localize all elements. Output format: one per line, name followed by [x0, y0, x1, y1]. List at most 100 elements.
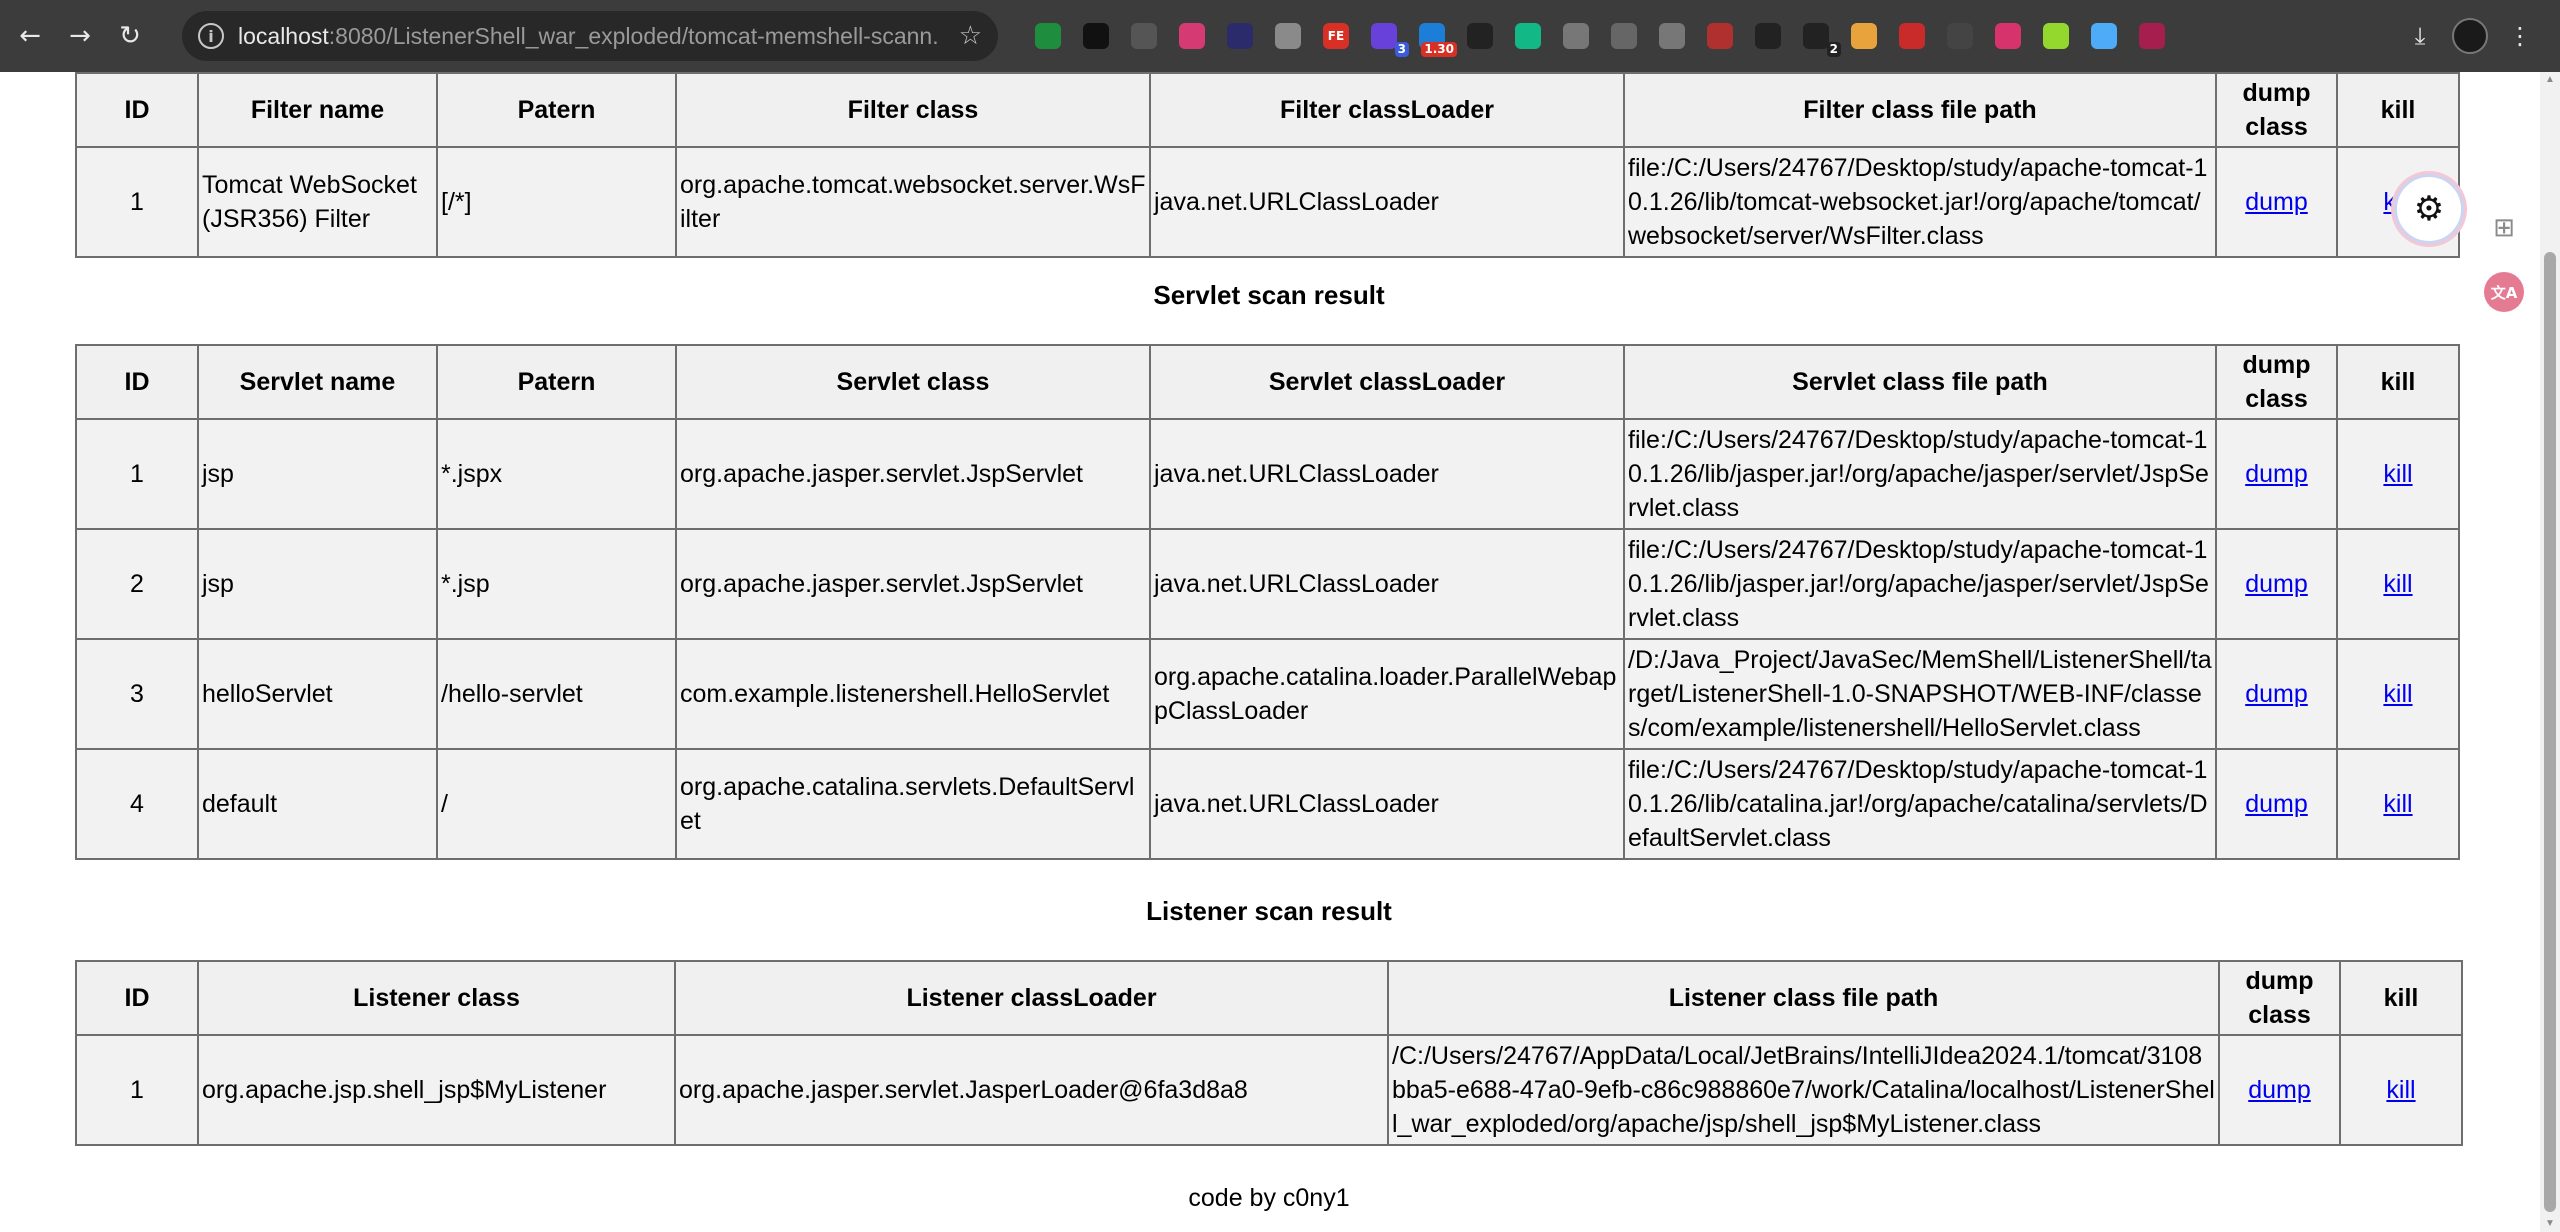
table-row: 1 jsp *.jspx org.apache.jasper.servlet.JspS… [75, 418, 2460, 530]
cell-name: default [197, 748, 438, 860]
scrollbar-thumb[interactable] [2544, 252, 2556, 1212]
timer-ext-icon[interactable]: 1.30 [1419, 23, 1457, 57]
toolbar-right: ⤓ ⋮ [2388, 16, 2540, 56]
robot-ext-icon[interactable] [2139, 23, 2165, 49]
qr2-ext-icon[interactable] [1755, 23, 1781, 49]
dump-link[interactable]: dump [2248, 1076, 2311, 1104]
cell-pattern: *.jsp [436, 528, 677, 640]
servlet-table-header: ID Servlet name Patern Servlet class Servlet… [75, 344, 2460, 420]
glasses-ext-icon[interactable] [1947, 23, 1973, 49]
table-row: 3 helloServlet/hello-servlet com.example.l… [75, 638, 2460, 750]
column-header: Servlet name [197, 344, 438, 420]
dump-link[interactable]: dump [2245, 460, 2308, 488]
profile-avatar[interactable] [2452, 18, 2488, 54]
cell-id: 2 [75, 528, 199, 640]
cell-name: helloServlet [197, 638, 438, 750]
url-text[interactable]: localhost:8080/ListenerShell_war_explode… [238, 23, 938, 50]
kill-link[interactable]: kill [2383, 460, 2412, 488]
bookmark-ext-icon[interactable] [1995, 23, 2021, 49]
page-footer: code by c0ny1 [1188, 1184, 1350, 1212]
cell-path: /D:/Java_Project/JavaSec/MemShell/Listen… [1623, 638, 2217, 750]
listener-table-header: ID Listener class Listener classLoader List… [75, 960, 2463, 1036]
cell-name: jsp [197, 418, 438, 530]
fe-ext-icon[interactable]: FE [1323, 23, 1349, 49]
qr-ext-icon[interactable] [1467, 23, 1493, 49]
bookmark-star-icon[interactable]: ☆ [959, 21, 982, 51]
column-header: dump class [2215, 72, 2338, 148]
floating-assistant-icon[interactable]: ⚙ [2394, 174, 2464, 244]
dice-ext-icon[interactable] [2043, 23, 2069, 49]
column-header: ID [75, 344, 199, 420]
cell-path: file:/C:/Users/24767/Desktop/study/apach… [1623, 146, 2217, 258]
spin-ext-icon[interactable] [1707, 23, 1733, 49]
cell-pattern: /hello-servlet [436, 638, 677, 750]
extension-badge: 3 [1394, 42, 1409, 57]
cell-pattern: *.jspx [436, 418, 677, 530]
cell-pattern: / [436, 748, 677, 860]
cell-loader: org.apache.catalina.loader.ParallelWebap… [1149, 638, 1625, 750]
listener-scan-table: ID Listener class Listener classLoader List… [75, 960, 2463, 1146]
cell-class: org.apache.jasper.servlet.JspServlet [675, 418, 1151, 530]
hexagon-ext-icon[interactable]: 3 [1371, 23, 1409, 57]
gear-ext-icon[interactable] [1659, 23, 1685, 49]
kill-cell: kill [2336, 748, 2460, 860]
shield-ext-icon[interactable] [1035, 23, 1061, 49]
terminal-ext-icon[interactable] [1227, 23, 1253, 49]
extension-label: FE [1327, 29, 1345, 43]
column-header: kill [2339, 960, 2463, 1036]
column-header: ID [75, 960, 199, 1036]
column-header: Filter classLoader [1149, 72, 1625, 148]
cell-id: 1 [75, 1034, 199, 1146]
copy-ext-icon[interactable] [1611, 23, 1637, 49]
dump-link[interactable]: dump [2245, 188, 2308, 216]
column-header: Listener class file path [1387, 960, 2220, 1036]
puzzle-badge-ext-icon[interactable]: 2 [1803, 23, 1841, 57]
cell-path: file:/C:/Users/24767/Desktop/study/apach… [1623, 418, 2217, 530]
puzzle-grey-ext-icon[interactable] [1563, 23, 1589, 49]
cell-pattern: [/*] [436, 146, 677, 258]
column-header: dump class [2218, 960, 2341, 1036]
vue-ext-icon[interactable] [1275, 23, 1301, 49]
kill-cell: kill [2336, 418, 2460, 530]
column-header: Patern [436, 344, 677, 420]
cell-loader: java.net.URLClassLoader [1149, 528, 1625, 640]
table-row: 1 Tomcat WebSocket (JSR356) Filter [/*] org… [75, 146, 2460, 258]
cube-ext-icon[interactable] [2091, 23, 2117, 49]
cell-class: org.apache.tomcat.websocket.server.WsFil… [675, 146, 1151, 258]
menu-kebab-icon[interactable]: ⋮ [2500, 16, 2540, 56]
translate-ext-icon[interactable] [1179, 23, 1205, 49]
reload-icon[interactable]: ↻ [110, 16, 150, 56]
kill-link[interactable]: kill [2383, 680, 2412, 708]
translate-icon[interactable]: 文A [2484, 272, 2524, 312]
recorder-ext-icon[interactable] [1899, 23, 1925, 49]
search-ext-icon[interactable] [1851, 23, 1877, 49]
cell-class: com.example.listenershell.HelloServlet [675, 638, 1151, 750]
vertical-scrollbar[interactable]: ▲ ▼ [2540, 72, 2560, 1232]
dump-link[interactable]: dump [2245, 790, 2308, 818]
cell-name: Tomcat WebSocket (JSR356) Filter [197, 146, 438, 258]
square-ext-icon[interactable] [1083, 23, 1109, 49]
cell-loader: java.net.URLClassLoader [1149, 418, 1625, 530]
kill-link[interactable]: kill [2383, 570, 2412, 598]
browser-toolbar: ← → ↻ i localhost:8080/ListenerShell_war… [0, 0, 2560, 72]
column-header: Filter class [675, 72, 1151, 148]
back-arrow-icon[interactable]: ← [10, 16, 50, 56]
dump-link[interactable]: dump [2245, 680, 2308, 708]
scroll-down-arrow-icon[interactable]: ▼ [2544, 1218, 2556, 1230]
kill-link[interactable]: kill [2383, 790, 2412, 818]
kill-link[interactable]: kill [2386, 1076, 2415, 1104]
grid-tools-icon[interactable]: ⊞ [2484, 208, 2524, 248]
site-info-icon[interactable]: i [198, 23, 224, 49]
refresh-ext-icon[interactable] [1515, 23, 1541, 49]
dump-link[interactable]: dump [2245, 570, 2308, 598]
forward-arrow-icon[interactable]: → [60, 16, 100, 56]
column-header: Listener class [197, 960, 676, 1036]
download-icon[interactable]: ⤓ [2400, 16, 2440, 56]
table-row: 4 default / org.apache.catalina.servlets.De… [75, 748, 2460, 860]
address-bar[interactable]: i localhost:8080/ListenerShell_war_explo… [182, 11, 998, 61]
cell-id: 4 [75, 748, 199, 860]
scroll-up-arrow-icon[interactable]: ▲ [2544, 74, 2556, 86]
hat-ext-icon[interactable] [1131, 23, 1157, 49]
servlet-scan-table: ID Servlet name Patern Servlet class Servlet… [75, 344, 2460, 860]
column-header: kill [2336, 344, 2460, 420]
